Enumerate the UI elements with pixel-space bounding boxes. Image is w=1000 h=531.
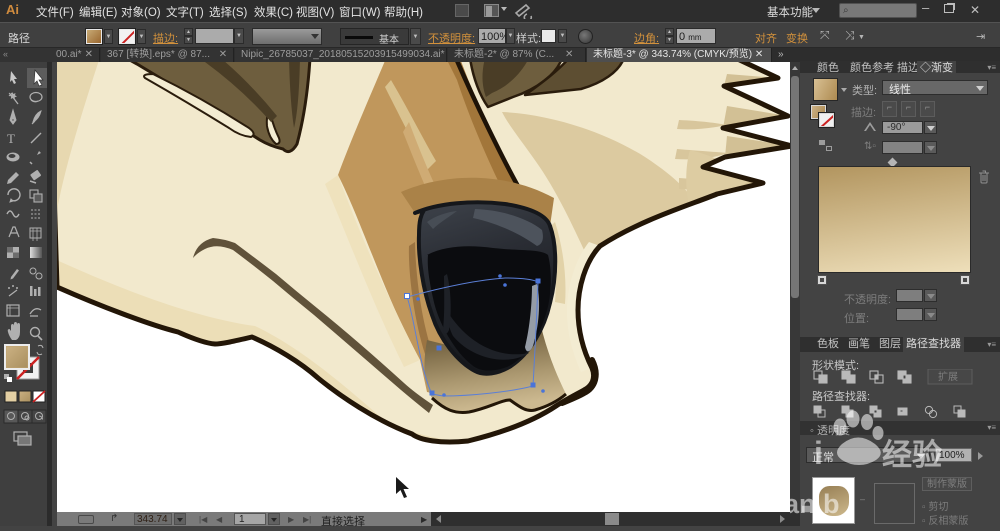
svg-text:T: T (7, 131, 15, 146)
svg-text:扩展: 扩展 (938, 370, 958, 383)
